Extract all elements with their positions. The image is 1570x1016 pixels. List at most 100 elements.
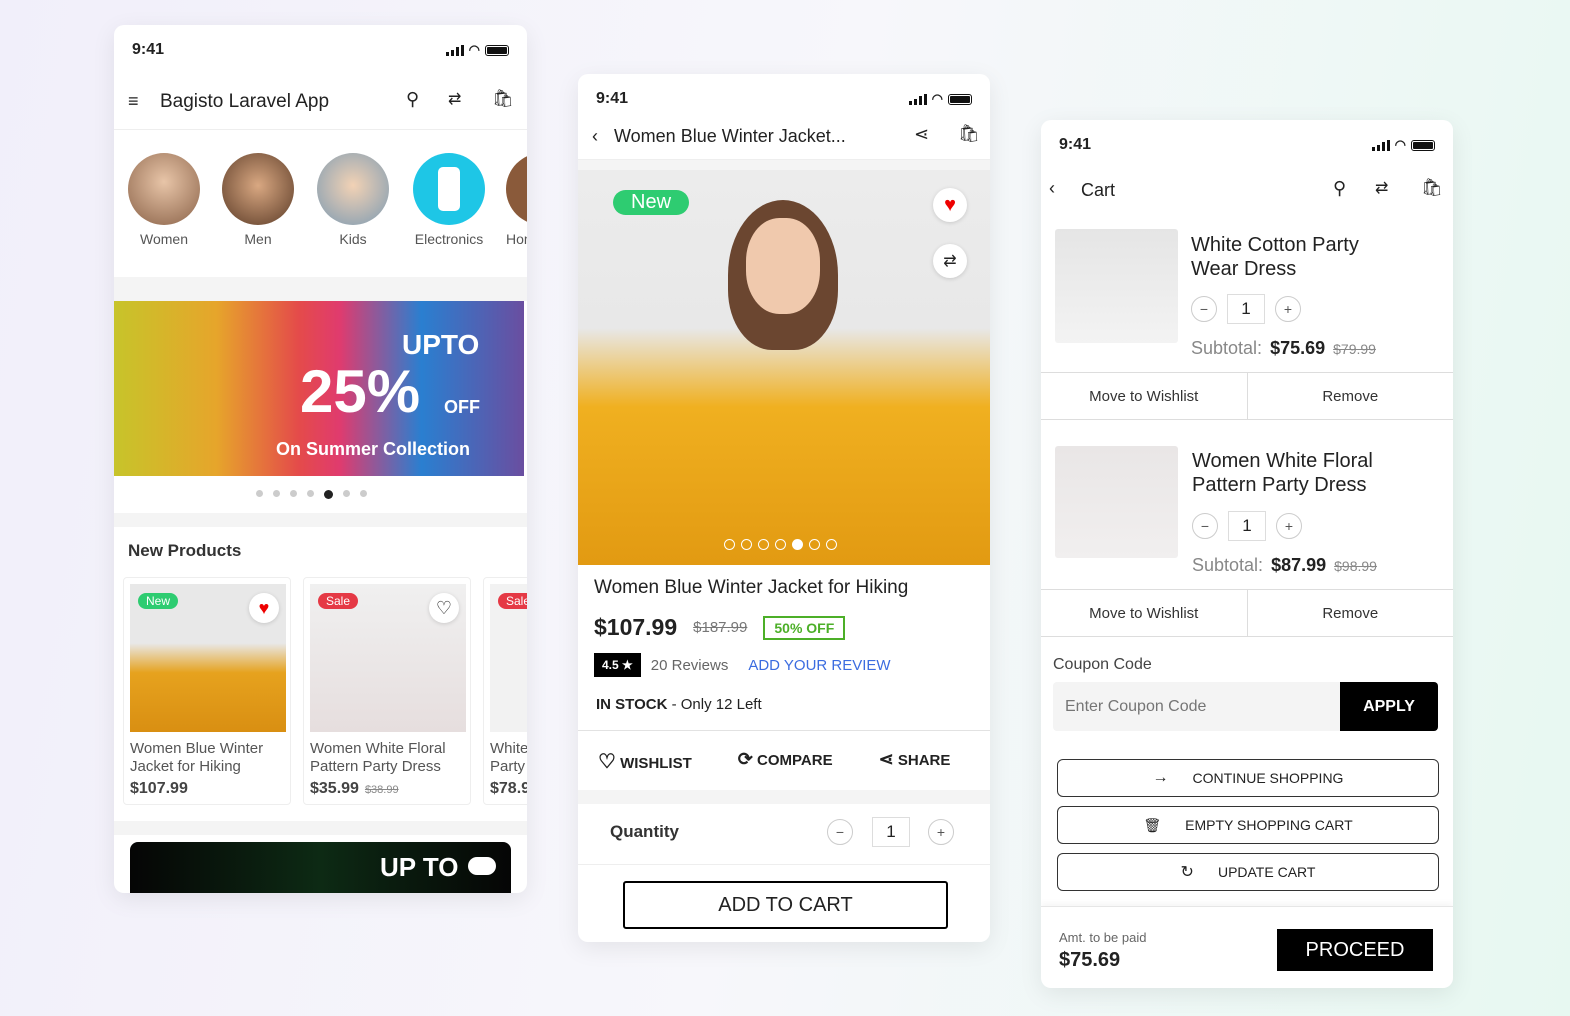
quantity-value[interactable]: 1 [1227,294,1265,324]
coupon-input[interactable] [1053,682,1343,731]
wifi-icon: ◠ [931,91,943,106]
decrease-qty-button[interactable]: − [1192,513,1218,539]
product-price: $35.99 [310,780,359,797]
product-card[interactable]: Sale ♡ Women White Floral Pattern Party … [303,577,471,805]
pagination-dot[interactable] [741,539,752,550]
compare-icon[interactable]: ⇄ [1375,178,1388,198]
category-women[interactable]: Women [128,153,200,247]
share-icon[interactable]: ⋖ [914,124,929,145]
share-icon: ⋖ [878,749,894,769]
pagination-dot[interactable] [307,490,314,497]
decrease-qty-button[interactable]: − [827,819,853,845]
compare-button[interactable]: ⟳ COMPARE [738,749,833,774]
product-old-price: $187.99 [693,619,748,636]
product-image[interactable] [578,170,990,565]
search-icon[interactable]: ⚲ [406,89,419,110]
proceed-button[interactable]: PROCEED [1277,929,1433,971]
product-price: $107.99 [130,780,188,797]
product-old-price: $38.99 [364,784,399,796]
signal-icon [1371,139,1390,151]
category-home[interactable]: Hom [506,153,527,247]
divider [114,821,527,835]
promo-banner-2[interactable]: UP TO [130,842,511,893]
product-name: Women White Floral Pattern Party Dress [310,740,446,775]
increase-qty-button[interactable]: + [1276,513,1302,539]
wishlist-heart-filled-icon[interactable]: ♥ [249,593,279,623]
increase-qty-button[interactable]: + [928,819,954,845]
remove-button[interactable]: Remove [1248,590,1454,636]
move-to-wishlist-button[interactable]: Move to Wishlist [1041,590,1248,636]
share-button[interactable]: ⋖ SHARE [879,749,951,774]
battery-icon [948,93,972,105]
product-price: $78.9 [490,780,527,797]
search-icon[interactable]: ⚲ [1333,178,1346,199]
app-header: ≡ Bagisto Laravel App ⚲ ⇄ 🛍 [114,75,527,130]
cart-icon[interactable]: 🛍 [1421,178,1443,198]
pagination-dot[interactable] [290,490,297,497]
add-to-cart-button[interactable]: ADD TO CART [623,881,948,929]
page-title: Cart [1081,180,1116,200]
pagination-dot[interactable] [724,539,735,550]
sale-badge: Sale [318,593,359,609]
empty-cart-button[interactable]: 🗑 EMPTY SHOPPING CART [1057,806,1439,844]
increase-qty-button[interactable]: + [1275,296,1301,322]
wishlist-heart-icon[interactable]: ♡ [429,593,459,623]
pagination-dot[interactable] [360,490,367,497]
pagination-dot[interactable] [273,490,280,497]
pagination-dot[interactable] [256,490,263,497]
product-header: ‹ Women Blue Winter Jacket... ⋖ 🛍 [578,124,990,160]
pagination-dot[interactable] [826,539,837,550]
apply-coupon-button[interactable]: APPLY [1340,682,1438,731]
category-men[interactable]: Men [222,153,294,247]
wishlist-heart-filled-icon[interactable]: ♥ [933,188,967,222]
pagination-dot[interactable] [809,539,820,550]
compare-icon[interactable]: ⇄ [933,244,967,278]
pagination-dot[interactable] [324,490,333,499]
review-count[interactable]: 20 Reviews [651,657,729,674]
cart-icon[interactable]: 🛍 [492,89,514,109]
pagination-dot[interactable] [758,539,769,550]
status-bar: 9:41 ◠ [578,74,990,124]
compare-icon[interactable]: ⇄ [448,89,461,109]
continue-shopping-button[interactable]: → CONTINUE SHOPPING [1057,759,1439,797]
update-cart-button[interactable]: ↻ UPDATE CART [1057,853,1439,891]
rating-badge: 4.5 ★ [594,653,641,677]
back-icon[interactable]: ‹ [1049,178,1055,199]
remove-button[interactable]: Remove [1248,373,1454,419]
move-to-wishlist-button[interactable]: Move to Wishlist [1041,373,1248,419]
cart-item-name: Women White Floral Pattern Party Dress [1192,450,1373,496]
pagination-dot[interactable] [343,490,350,497]
category-electronics[interactable]: Electronics [409,153,489,247]
pagination-dot[interactable] [775,539,786,550]
header-title: Women Blue Winter Jacket... [614,126,846,146]
cart-item-image[interactable] [1055,446,1178,558]
cart-item-image[interactable] [1055,229,1178,343]
wishlist-button[interactable]: ♡ WISHLIST [598,749,692,774]
heart-outline-icon: ♡ [598,751,616,773]
product-card[interactable]: Sale White Party $78.9 [483,577,527,805]
status-time: 9:41 [132,41,165,58]
add-review-link[interactable]: ADD YOUR REVIEW [748,657,890,674]
signal-icon [908,93,927,105]
category-kids[interactable]: Kids [317,153,389,247]
status-bar: 9:41 ◠ [114,25,527,75]
menu-icon[interactable]: ≡ [128,91,139,112]
arrow-right-icon: → [1152,769,1169,786]
cart-icon[interactable]: 🛍 [958,124,980,144]
divider [114,513,527,527]
decrease-qty-button[interactable]: − [1191,296,1217,322]
quantity-value[interactable]: 1 [1228,511,1266,541]
amount-label: Amt. to be paid [1059,930,1147,945]
promo-banner[interactable]: UPTO 25% OFF On Summer Collection [114,301,524,476]
back-icon[interactable]: ‹ [592,126,598,147]
checkout-bar: Amt. to be paid $75.69 PROCEED [1041,906,1453,988]
product-card[interactable]: New ♥ Women Blue Winter Jacket for Hikin… [123,577,291,805]
quantity-value[interactable]: 1 [872,817,910,847]
banner-pagination [256,490,367,499]
sale-badge: Sale [498,593,527,609]
quantity-label: Quantity [610,822,679,841]
pagination-dot[interactable] [792,539,803,550]
signal-icon [445,44,464,56]
battery-icon [485,44,509,56]
refresh-icon: ↻ [1180,864,1194,881]
